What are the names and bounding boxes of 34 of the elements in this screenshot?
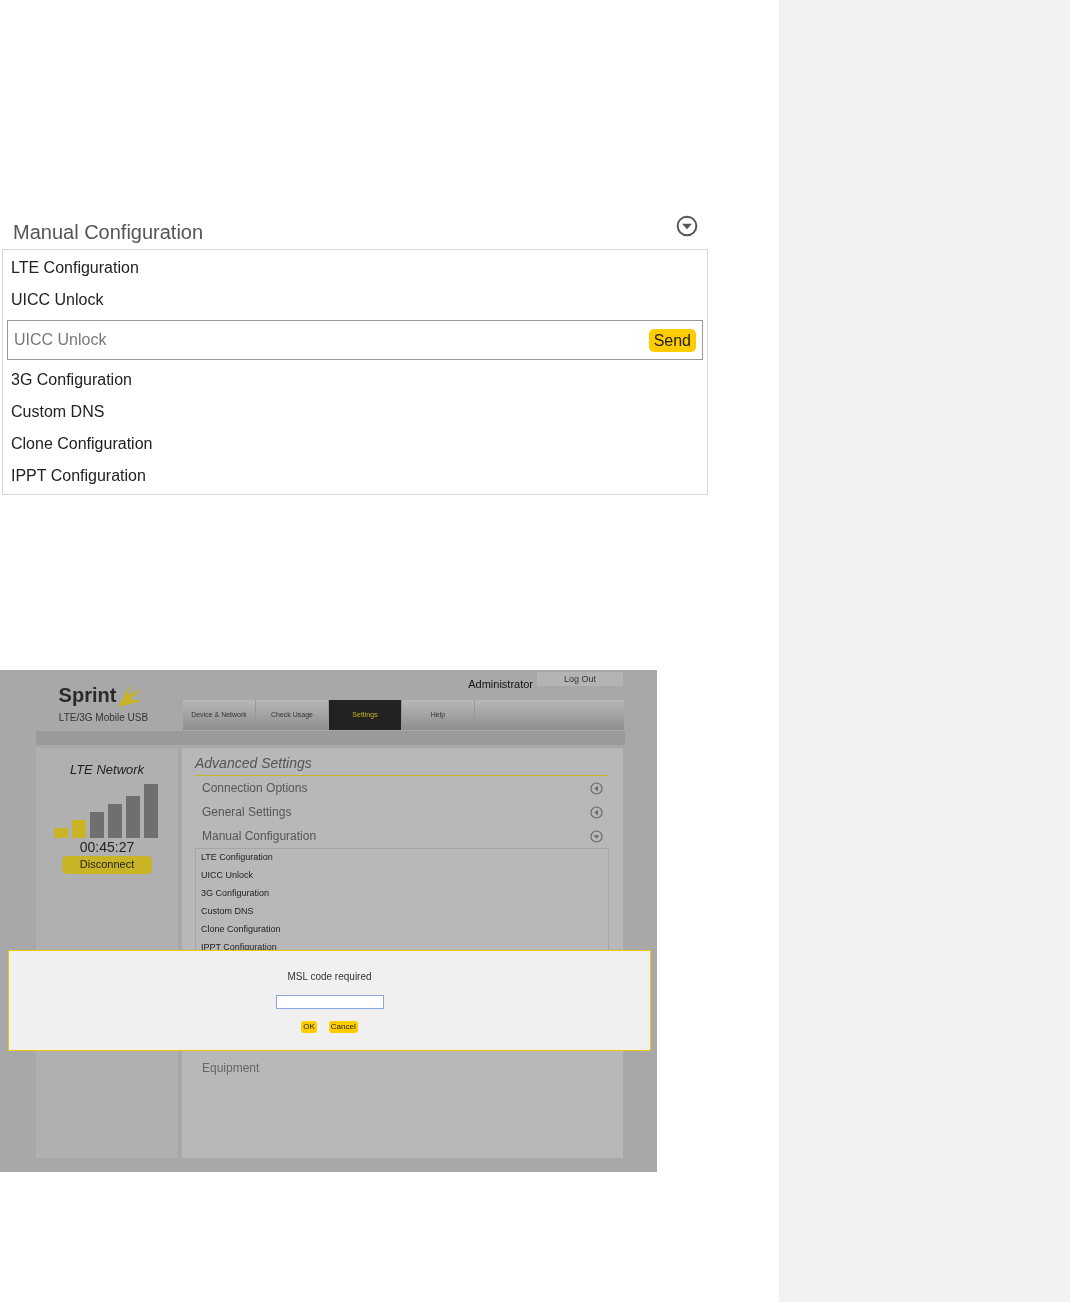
menu-item[interactable]: Custom DNS	[201, 905, 254, 919]
menu-item[interactable]: Clone Configuration	[11, 432, 153, 456]
menu-item[interactable]: UICC Unlock	[201, 869, 253, 883]
menu-item[interactable]: IPPT Configuration	[11, 464, 146, 488]
user-label: Administrator	[468, 677, 533, 692]
signal-bars-icon	[54, 781, 160, 838]
menu-item[interactable]: LTE Configuration	[201, 851, 273, 865]
logout-button[interactable]: Log Out	[537, 672, 623, 686]
disconnect-button[interactable]: Disconnect	[62, 855, 152, 874]
chevron-down-icon[interactable]	[676, 215, 698, 237]
device-subtitle: LTE/3G Mobile USB	[57, 712, 149, 724]
input-field[interactable]: UICC Unlock	[14, 328, 649, 352]
accordion-title[interactable]: Manual Configuration	[202, 827, 317, 845]
dialog-button[interactable]: Cancel	[328, 1021, 358, 1033]
accordion-title[interactable]: Connection Options	[202, 779, 308, 797]
send-button[interactable]: Send	[648, 328, 696, 352]
dialog-message: MSL code required	[287, 970, 372, 984]
menu-item[interactable]: UICC Unlock	[11, 288, 104, 312]
chevron-left-icon[interactable]	[590, 781, 603, 795]
section-title: Manual Configuration	[13, 220, 204, 245]
menu-item[interactable]: 3G Configuration	[201, 887, 270, 901]
menu-item[interactable]: Clone Configuration	[201, 923, 281, 937]
unlock-field[interactable]: UICC Unlock Send	[7, 320, 703, 360]
connection-timer: 00:45:27	[79, 837, 135, 856]
menu-item[interactable]: 3G Configuration	[11, 368, 132, 392]
network-title: LTE Network	[69, 761, 145, 779]
menu-item[interactable]: LTE Configuration	[11, 256, 139, 280]
msl-code-field[interactable]	[275, 995, 384, 1009]
chevron-left-icon[interactable]	[590, 805, 603, 819]
logo: Sprint	[58, 683, 117, 708]
section-heading: Advanced Settings	[195, 755, 312, 771]
dialog-button[interactable]: OK	[301, 1021, 317, 1033]
accordion-title[interactable]: General Settings	[202, 803, 292, 821]
menu-item[interactable]: Custom DNS	[11, 400, 105, 424]
